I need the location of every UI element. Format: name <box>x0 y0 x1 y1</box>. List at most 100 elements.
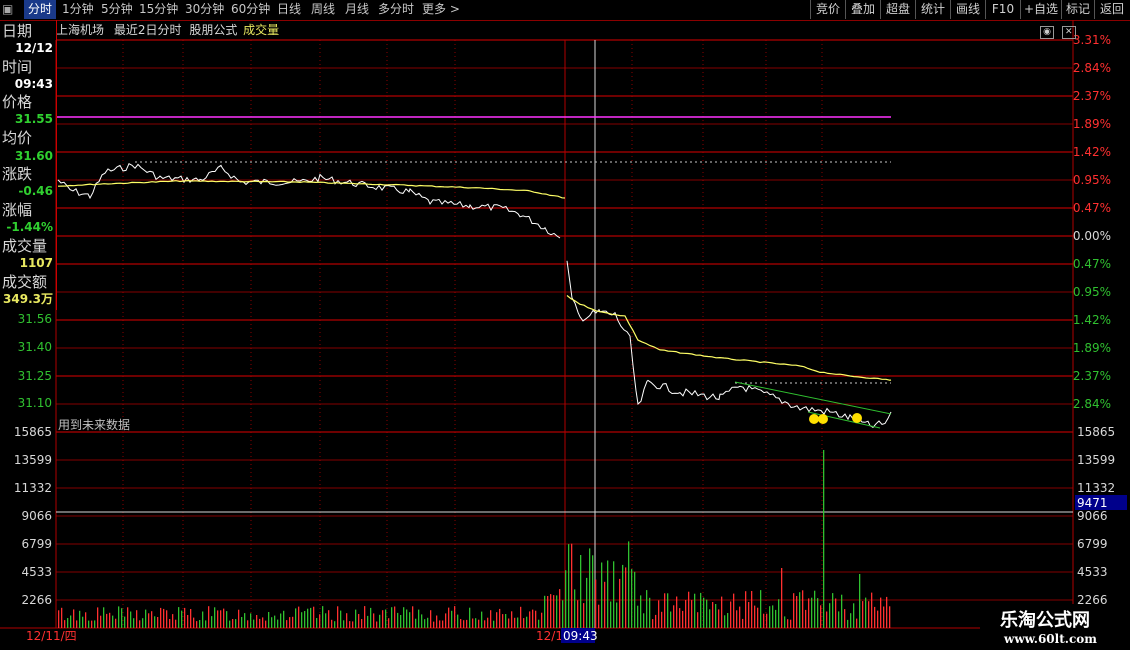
volume-bar <box>772 605 774 628</box>
volume-bar <box>748 602 750 628</box>
volume-bar <box>625 567 627 628</box>
left-volume-tick: 4533 <box>21 565 52 579</box>
volume-bar <box>445 613 447 628</box>
volume-bar <box>70 615 72 628</box>
volume-bar <box>790 619 792 628</box>
volume-bar <box>736 610 738 628</box>
volume-bar <box>256 615 258 628</box>
volume-bar <box>613 561 615 628</box>
volume-bar <box>154 616 156 628</box>
date-value: 12/12 <box>15 41 53 55</box>
volume-bar <box>511 611 513 628</box>
volume-bar <box>703 597 705 628</box>
volume-bar <box>643 613 645 628</box>
volume-bar <box>463 620 465 628</box>
collapse-icon[interactable]: ✕ <box>1061 26 1076 39</box>
right-volume-tick: 6799 <box>1077 537 1108 551</box>
volume-bar <box>370 607 372 628</box>
volume-bar <box>571 543 573 628</box>
volume-bar <box>403 607 405 628</box>
chart-grid <box>0 20 1130 629</box>
volume-bar <box>733 593 735 628</box>
pct-label: 涨幅 <box>2 201 33 219</box>
volume-bar <box>109 612 111 628</box>
volume-bar <box>58 610 60 628</box>
volume-bar <box>484 620 486 628</box>
volume-bar <box>442 620 444 628</box>
signal-dot <box>852 413 862 423</box>
volume-bar <box>496 612 498 628</box>
avg-line-day1 <box>57 179 566 199</box>
time-value: 09:43 <box>14 77 53 91</box>
price-line-day1 <box>57 163 561 239</box>
volume-bar <box>148 613 150 628</box>
volume-bar <box>289 617 291 628</box>
volume-bar <box>112 615 114 628</box>
volume-bar <box>658 600 660 628</box>
volume-bar <box>400 615 402 628</box>
volume-bar <box>577 600 579 628</box>
volume-bar <box>244 613 246 628</box>
volume-bar <box>265 620 267 628</box>
volume-bar <box>586 577 588 628</box>
volume-bar <box>568 544 570 628</box>
volume-bar <box>274 615 276 628</box>
volume-bar <box>808 598 810 628</box>
intraday-chart[interactable]: 31.56 31.40 31.25 31.10 3.31% 2.84% 2.37% 1.89%… <box>0 0 1130 650</box>
signal-dot <box>809 414 819 424</box>
right-volume-tick: 13599 <box>1077 453 1115 467</box>
volume-bar <box>787 619 789 628</box>
volume-bar <box>628 541 630 628</box>
volume-bar <box>88 620 90 628</box>
volume-bar <box>781 568 783 628</box>
volume-bar <box>487 617 489 628</box>
left-price-tick: 31.25 <box>18 369 52 383</box>
volume-bar <box>91 620 93 628</box>
volume-bar <box>691 600 693 628</box>
left-volume-tick: 9066 <box>21 509 52 523</box>
volume-bar <box>838 611 840 628</box>
price-line-day2 <box>566 260 892 429</box>
volume-bar <box>343 620 345 628</box>
volume-bar <box>415 618 417 628</box>
expand-icon[interactable]: ◉ <box>1040 26 1054 39</box>
watermark-url: www.60lt.com <box>1004 632 1097 646</box>
volume-bar <box>436 615 438 628</box>
change-label: 涨跌 <box>2 165 33 183</box>
volume-bar <box>874 606 876 628</box>
volume-bar <box>661 611 663 628</box>
right-volume-tick: 11332 <box>1077 481 1115 495</box>
volume-bar <box>397 612 399 628</box>
volume-bar <box>553 595 555 628</box>
volume-bar <box>238 609 240 628</box>
left-price-tick: 31.56 <box>18 312 52 326</box>
volume-bar <box>880 597 882 628</box>
volume-bar <box>373 613 375 628</box>
volume-bar <box>697 612 699 628</box>
volume-bar <box>187 615 189 628</box>
volume-bar <box>616 602 618 628</box>
volume-bar <box>562 600 564 628</box>
volume-bar <box>121 608 123 628</box>
volume-bar <box>778 599 780 628</box>
volume-bar <box>64 620 66 628</box>
volume-bar <box>673 605 675 628</box>
volume-bar <box>859 574 861 628</box>
right-pct-tick: 0.47% <box>1073 257 1111 271</box>
volume-bar <box>745 591 747 628</box>
formula-label: 股朋公式 <box>189 23 238 37</box>
volume-bar <box>685 600 687 628</box>
right-pct-tick: 2.37% <box>1073 369 1111 383</box>
volume-bar <box>310 607 312 628</box>
volume-bar <box>79 610 81 628</box>
signal-dot <box>818 414 828 424</box>
volume-bar <box>184 607 186 628</box>
volume-bar <box>268 612 270 628</box>
volume-bar <box>451 610 453 628</box>
volume-bar <box>169 619 171 628</box>
volume-bar <box>328 610 330 628</box>
cursor-time-value: 09:43 <box>563 629 598 643</box>
volume-label: 成交量 <box>2 237 48 255</box>
volume-bar <box>334 621 336 628</box>
volume-bar <box>595 579 597 628</box>
